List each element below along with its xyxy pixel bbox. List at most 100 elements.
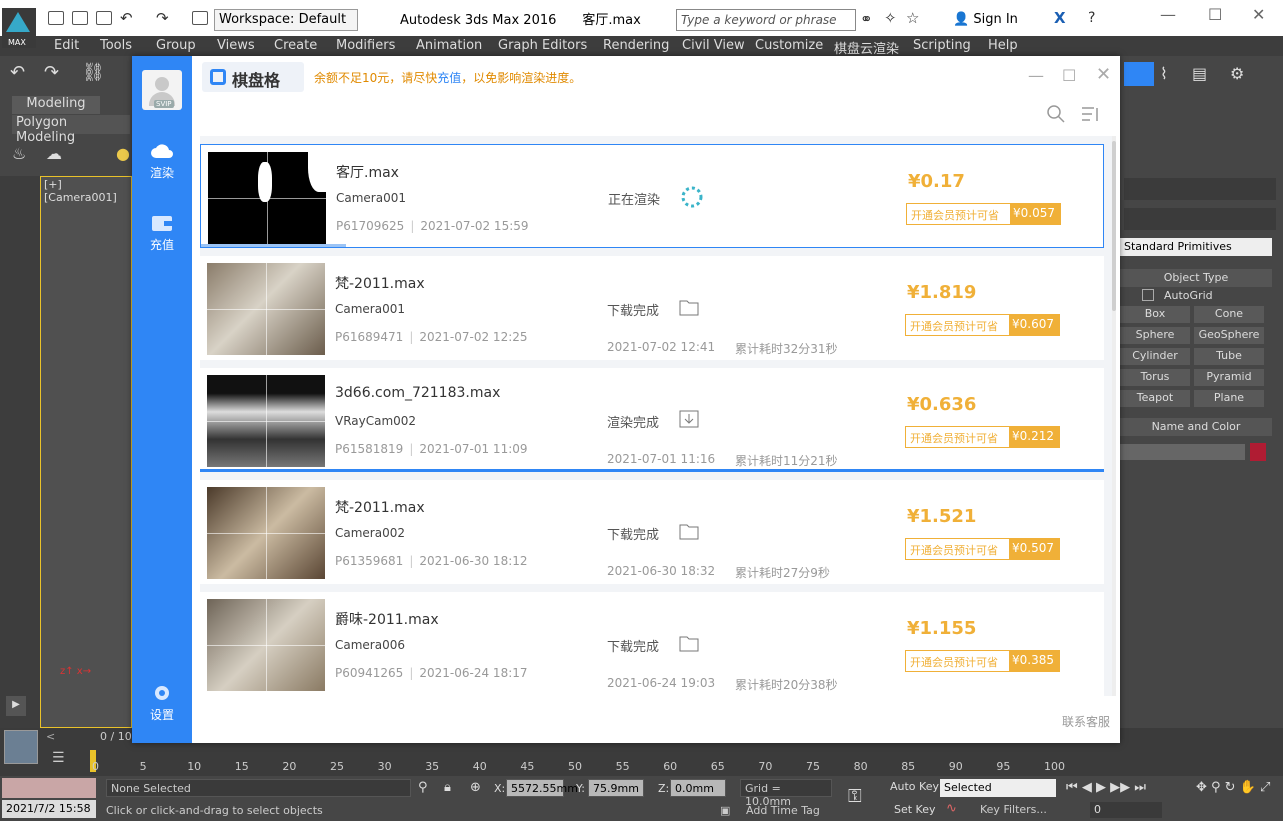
redo-icon[interactable]: ↷ — [44, 62, 59, 83]
mini-curve-editor-icon[interactable]: ☰ — [52, 750, 65, 766]
cloud-icon[interactable]: ☁ — [46, 144, 62, 163]
sort-icon[interactable] — [1080, 104, 1100, 124]
render-job-card[interactable]: 梵-2011.max Camera002 P61359681 | 2021-06-30 … — [200, 480, 1104, 584]
menu-group[interactable]: Group — [156, 38, 196, 53]
navigation-icons[interactable]: ✥ ⚲ ↻ ✋ ⤢ — [1196, 780, 1270, 795]
menu-rendering[interactable]: Rendering — [603, 38, 669, 53]
y-coordinate-field[interactable]: 75.9mm — [588, 779, 644, 797]
key-selection-dropdown[interactable]: Selected — [940, 779, 1056, 797]
x-coordinate-field[interactable]: 5572.55mm — [506, 779, 578, 797]
viewport-label[interactable]: [+][Camera001] — [44, 178, 132, 204]
plane-button[interactable]: Plane — [1194, 390, 1264, 407]
viewport-expand-icon[interactable]: ▶ — [6, 696, 26, 716]
minimize-icon[interactable]: — — [1160, 5, 1176, 24]
maxscript-listener[interactable] — [2, 778, 96, 798]
sign-in-button[interactable]: 👤 Sign In — [953, 12, 1018, 27]
autogrid-checkbox[interactable] — [1142, 289, 1154, 301]
folder-icon[interactable] — [679, 634, 699, 652]
redo-icon[interactable]: ↷ — [156, 9, 169, 27]
menu-help[interactable]: Help — [988, 38, 1018, 53]
key-filters-button[interactable]: Key Filters... — [980, 803, 1047, 816]
render-thumbnail[interactable] — [207, 263, 325, 355]
plugin-maximize-icon[interactable]: ☐ — [1062, 66, 1076, 85]
torus-button[interactable]: Torus — [1120, 369, 1190, 386]
time-tag-icon[interactable]: ▣ — [720, 804, 730, 817]
render-thumbnail[interactable] — [207, 487, 325, 579]
cone-button[interactable]: Cone — [1194, 306, 1264, 323]
folder-icon[interactable] — [679, 298, 699, 316]
link-icon[interactable]: ⛓ — [82, 62, 105, 83]
object-type-header[interactable]: Object Type — [1120, 269, 1272, 287]
ribbon-tab-polygon-modeling[interactable]: Polygon Modeling — [12, 115, 130, 145]
lock-icon[interactable]: 🔒︎ — [444, 780, 451, 795]
render-job-card[interactable]: 梵-2011.max Camera001 P61689471 | 2021-07-02 … — [200, 256, 1104, 360]
list-scrollbar[interactable] — [1112, 136, 1116, 696]
render-thumbnail[interactable] — [208, 152, 326, 244]
viewport[interactable]: [+][Camera001] z↑ x→ ▶ — [0, 176, 132, 728]
object-name-field[interactable] — [1120, 444, 1245, 460]
help-icon[interactable]: ? — [1088, 10, 1095, 26]
tube-button[interactable]: Tube — [1194, 348, 1264, 365]
search-input[interactable]: Type a keyword or phrase — [676, 9, 856, 31]
render-job-card[interactable]: 客厅.max Camera001 P61709625 | 2021-07-02 15:5… — [200, 144, 1104, 248]
time-slider-left-arrow[interactable]: < — [46, 730, 55, 743]
isolate-icon[interactable]: ⚲ — [418, 780, 428, 795]
primitive-type-dropdown[interactable]: Standard Primitives — [1120, 238, 1272, 256]
render-job-card[interactable]: 爵味-2011.max Camera006 P60941265 | 2021-06-24… — [200, 592, 1104, 696]
ribbon-tab-modeling[interactable]: Modeling — [12, 96, 100, 114]
download-icon[interactable] — [679, 410, 699, 428]
search-icon[interactable] — [1046, 104, 1066, 124]
curve-editor-icon[interactable]: ⌇ — [1160, 64, 1168, 83]
save-file-icon[interactable] — [96, 11, 112, 25]
add-time-tag[interactable]: Add Time Tag — [746, 804, 820, 817]
nav-recharge[interactable]: 充值 — [132, 214, 192, 253]
cylinder-button[interactable]: Cylinder — [1120, 348, 1190, 365]
render-thumbnail[interactable] — [207, 599, 325, 691]
sphere-button[interactable]: Sphere — [1120, 327, 1190, 344]
undo-icon[interactable]: ↶ — [120, 9, 133, 27]
menu-scripting[interactable]: Scripting — [913, 38, 971, 53]
set-key-button[interactable]: Set Key — [894, 803, 936, 816]
scene-explorer-icon[interactable] — [1124, 62, 1154, 86]
menu-edit[interactable]: Edit — [54, 38, 79, 53]
menu-civil-view[interactable]: Civil View — [682, 38, 745, 53]
absolute-mode-icon[interactable]: ⊕ — [470, 780, 481, 795]
vip-savings-badge[interactable]: 开通会员预计可省 ¥0.507 — [905, 538, 1060, 560]
menu-views[interactable]: Views — [217, 38, 255, 53]
auto-key-button[interactable]: Auto Key — [890, 780, 939, 793]
nav-settings[interactable]: 设置 — [132, 684, 192, 723]
vip-savings-badge[interactable]: 开通会员预计可省 ¥0.212 — [905, 426, 1060, 448]
plugin-close-icon[interactable]: ✕ — [1096, 64, 1111, 85]
light-bulb-icon[interactable]: ● — [116, 144, 130, 163]
binoculars-icon[interactable]: ⚭ — [860, 10, 873, 28]
workspace-dropdown[interactable]: Workspace: Default — [214, 9, 358, 31]
material-editor-icon[interactable]: ▤ — [1192, 64, 1207, 83]
menu-animation[interactable]: Animation — [416, 38, 482, 53]
current-frame-field[interactable]: 0 — [1090, 802, 1162, 818]
menu-modifiers[interactable]: Modifiers — [336, 38, 395, 53]
exchange-icon[interactable]: ✧ — [884, 9, 897, 27]
menu-cloud-render[interactable]: 棋盘云渲染 — [834, 38, 899, 57]
nav-render[interactable]: 渲染 — [132, 142, 192, 181]
render-job-list[interactable]: 客厅.max Camera001 P61709625 | 2021-07-02 15:5… — [200, 136, 1112, 696]
set-key-icon[interactable]: ⚿ — [848, 786, 862, 807]
geosphere-button[interactable]: GeoSphere — [1194, 327, 1264, 344]
favorites-star-icon[interactable]: ☆ — [906, 9, 919, 27]
new-file-icon[interactable] — [48, 11, 64, 25]
teapot-button[interactable]: Teapot — [1120, 390, 1190, 407]
folder-icon[interactable] — [679, 522, 699, 540]
viewport-layout-icon[interactable] — [4, 730, 38, 764]
max-logo-icon[interactable]: MAX — [2, 8, 36, 48]
menu-tools[interactable]: Tools — [100, 38, 132, 53]
create-category-icons[interactable] — [1124, 208, 1276, 230]
scrollbar-thumb[interactable] — [1112, 141, 1116, 311]
contact-support-link[interactable]: 联系客服 — [1062, 713, 1110, 730]
menu-create[interactable]: Create — [274, 38, 317, 53]
vip-savings-badge[interactable]: 开通会员预计可省 ¥0.057 — [906, 203, 1061, 225]
undo-icon[interactable]: ↶ — [10, 62, 25, 83]
recharge-link[interactable]: 充值 — [437, 71, 461, 85]
menu-graph-editors[interactable]: Graph Editors — [498, 38, 587, 53]
exchange-x-icon[interactable]: X — [1054, 9, 1066, 27]
vip-savings-badge[interactable]: 开通会员预计可省 ¥0.607 — [905, 314, 1060, 336]
render-thumbnail[interactable] — [207, 375, 325, 467]
